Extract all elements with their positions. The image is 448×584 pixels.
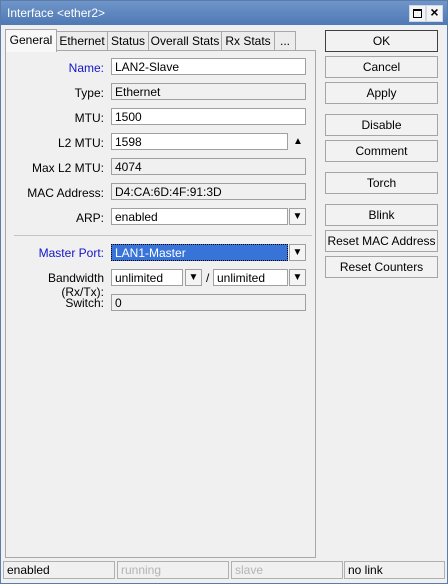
dropdown-arrow-icon[interactable]: ▼: [289, 269, 306, 286]
switch-field: 0: [111, 294, 306, 311]
separator: [14, 235, 312, 236]
ok-button[interactable]: OK: [325, 30, 438, 52]
name-field[interactable]: LAN2-Slave: [111, 58, 306, 75]
bandwidth-label: Bandwidth (Rx/Tx):: [47, 271, 104, 299]
mac-address-label: MAC Address:: [27, 186, 104, 200]
cancel-button[interactable]: Cancel: [325, 56, 438, 78]
dropdown-arrow-icon[interactable]: ▼: [289, 244, 306, 261]
dropdown-arrow-icon[interactable]: ▼: [185, 269, 202, 286]
torch-button[interactable]: Torch: [325, 172, 438, 194]
l2-mtu-field[interactable]: 1598: [111, 133, 288, 150]
mac-address-field: D4:CA:6D:4F:91:3D: [111, 183, 306, 200]
status-running: running: [117, 561, 229, 579]
tab-status[interactable]: Status: [107, 31, 149, 51]
bandwidth-separator: /: [206, 271, 210, 285]
close-icon[interactable]: ×: [426, 4, 443, 22]
window-title: Interface <ether2>: [7, 6, 106, 20]
tab-ethernet[interactable]: Ethernet: [56, 31, 108, 51]
status-link: no link: [344, 561, 445, 579]
blink-button[interactable]: Blink: [325, 204, 438, 226]
type-label: Type:: [74, 86, 104, 100]
tab-general[interactable]: General: [5, 29, 57, 52]
tab-rx-stats[interactable]: Rx Stats: [221, 31, 275, 51]
comment-button[interactable]: Comment: [325, 140, 438, 162]
interface-window: Interface <ether2> × General Ethernet St…: [0, 0, 448, 584]
apply-button[interactable]: Apply: [325, 82, 438, 104]
status-slave: slave: [231, 561, 343, 579]
max-l2-mtu-field: 4074: [111, 158, 306, 175]
dropdown-arrow-icon[interactable]: ▼: [289, 208, 306, 225]
type-field: Ethernet: [111, 83, 306, 100]
arp-label: ARP:: [75, 211, 104, 225]
master-port-select[interactable]: LAN1-Master: [111, 244, 288, 261]
tab-more[interactable]: ...: [274, 31, 296, 51]
reset-counters-button[interactable]: Reset Counters: [325, 256, 438, 278]
name-label: Name:: [68, 61, 104, 75]
tab-overall-stats[interactable]: Overall Stats: [148, 31, 222, 51]
bandwidth-tx-select[interactable]: unlimited: [213, 269, 288, 286]
master-port-label: Master Port:: [38, 246, 104, 260]
collapse-up-icon[interactable]: ▲: [291, 135, 305, 149]
status-bar: enabled running slave no link: [3, 559, 445, 581]
l2-mtu-label: L2 MTU:: [57, 136, 104, 150]
general-panel: Name: LAN2-Slave Type: Ethernet MTU: 150…: [5, 50, 316, 558]
status-enabled: enabled: [3, 561, 115, 579]
mtu-label: MTU:: [74, 111, 104, 125]
mtu-field[interactable]: 1500: [111, 108, 306, 125]
title-bar[interactable]: Interface <ether2> ×: [1, 1, 447, 25]
reset-mac-address-button[interactable]: Reset MAC Address: [325, 230, 438, 252]
switch-label: Switch:: [65, 296, 104, 310]
max-l2-mtu-label: Max L2 MTU:: [31, 161, 104, 175]
arp-select[interactable]: enabled: [111, 208, 288, 225]
maximize-icon[interactable]: [409, 5, 426, 22]
bandwidth-rx-select[interactable]: unlimited: [111, 269, 183, 286]
disable-button[interactable]: Disable: [325, 114, 438, 136]
